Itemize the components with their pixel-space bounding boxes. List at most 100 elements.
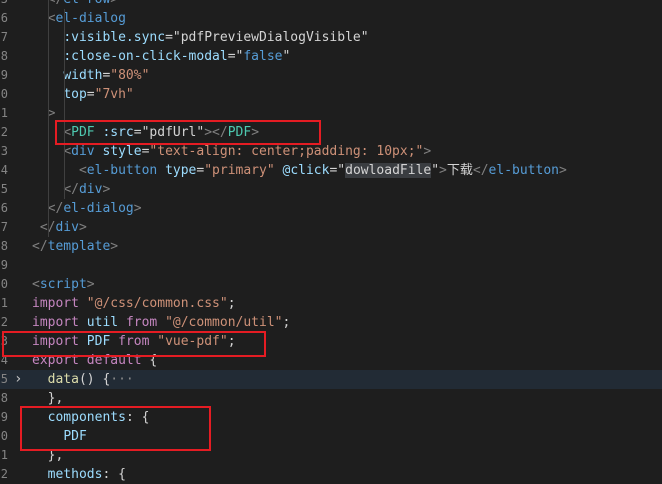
code-token: " (337, 163, 346, 178)
code-token: > (86, 277, 95, 292)
code-text: </div> (32, 218, 87, 237)
code-token: width (63, 68, 103, 83)
code-token: style (102, 144, 142, 159)
line-number: 5 (0, 372, 8, 386)
line-number: 8 (0, 239, 8, 253)
code-token: > (439, 163, 447, 178)
code-token: "@/css/common.css" (86, 296, 228, 311)
line-number: 7 (0, 30, 8, 44)
code-line[interactable]: 5 </div> (0, 180, 662, 199)
code-token: > (102, 182, 111, 197)
code-line[interactable]: 2 import util from "@/common/util"; (0, 313, 662, 332)
code-token: script (39, 277, 87, 292)
code-text: <script> (32, 275, 95, 294)
code-token: el-dialog (63, 201, 134, 216)
code-token: div (78, 182, 103, 197)
code-line[interactable]: 9 (0, 256, 662, 275)
code-token: 下载 (446, 163, 473, 178)
code-token: = (86, 87, 95, 102)
code-token: import (32, 315, 79, 330)
line-number: 2 (0, 125, 8, 139)
code-token: div (55, 220, 79, 235)
code-token: template (47, 239, 111, 254)
code-token: < (32, 277, 40, 292)
code-token: "@/common/util" (165, 315, 283, 330)
code-token: > (559, 163, 567, 178)
line-number: 4 (0, 163, 8, 177)
code-text: :visible.sync="pdfPreviewDialogVisible" (32, 28, 369, 47)
line-number: 8 (0, 49, 8, 63)
code-token: "text-align: center;padding: 10px;" (149, 144, 424, 159)
code-token: util (86, 315, 119, 330)
code-text: import util from "@/common/util"; (32, 313, 290, 332)
code-token: < (78, 163, 87, 178)
code-text: :close-on-click-modal="false" (32, 47, 290, 66)
code-text: import "@/css/common.css"; (32, 294, 236, 313)
code-token: > (423, 144, 432, 159)
code-token: " (431, 163, 440, 178)
code-line[interactable]: 5 </el-row> (0, 0, 662, 9)
code-line[interactable]: 1 import "@/css/common.css"; (0, 294, 662, 313)
fold-chevron-icon[interactable]: › (14, 370, 22, 389)
code-line[interactable]: 7 </div> (0, 218, 662, 237)
code-line[interactable]: 9 width="80%" (0, 66, 662, 85)
code-token: dowloadFile (345, 163, 432, 178)
code-text: <el-dialog (32, 9, 126, 28)
code-line[interactable]: 2 methods: { (0, 465, 662, 484)
code-line[interactable]: 5 › data() {··· (0, 370, 662, 389)
line-number: 9 (0, 410, 8, 424)
code-token: = (165, 30, 173, 45)
code-token: type (165, 163, 197, 178)
code-line[interactable]: 6 <el-dialog (0, 9, 662, 28)
code-token: </ (48, 0, 64, 7)
line-number: 2 (0, 315, 8, 329)
line-number: 5 (0, 0, 8, 9)
line-number: 0 (0, 277, 8, 291)
code-line[interactable]: 0 <script> (0, 275, 662, 294)
code-token: " (282, 49, 291, 64)
code-token: ··· (110, 372, 134, 387)
code-token: }, (47, 391, 64, 406)
code-line[interactable]: 4 <el-button type="primary" @click="dowl… (0, 161, 662, 180)
code-token: :visible.sync (63, 30, 166, 45)
code-token: </ (32, 239, 48, 254)
code-line[interactable]: 8 </template> (0, 237, 662, 256)
code-token: el-dialog (55, 11, 126, 26)
code-token: </ (47, 201, 64, 216)
code-line[interactable]: 8 :close-on-click-modal="false" (0, 47, 662, 66)
code-token: "7vh" (94, 87, 134, 102)
annotation-box-pdf-tag (55, 120, 321, 145)
code-token: "80%" (110, 68, 150, 83)
line-number: 3 (0, 144, 8, 158)
code-token: false (243, 49, 283, 64)
code-editor[interactable]: 5 </el-row>6 <el-dialog7 :visible.sync="… (0, 0, 662, 482)
code-token: @click (282, 163, 330, 178)
code-token: "primary" (204, 163, 275, 178)
code-token: () { (78, 372, 111, 387)
code-line[interactable]: 6 </el-dialog> (0, 199, 662, 218)
code-token: methods (47, 467, 103, 482)
code-token: > (133, 201, 142, 216)
code-line[interactable]: 0 top="7vh" (0, 85, 662, 104)
code-token: > (110, 239, 119, 254)
code-token: el-row (63, 0, 110, 7)
code-text: width="80%" (32, 66, 149, 85)
code-token: "pdfPreviewDialogVisible" (172, 30, 369, 45)
code-token: from (125, 315, 158, 330)
code-token: ; (282, 315, 291, 330)
code-line[interactable]: 7 :visible.sync="pdfPreviewDialogVisible… (0, 28, 662, 47)
code-text: </template> (32, 237, 118, 256)
code-token: el-button (86, 163, 158, 178)
code-token: > (110, 0, 118, 7)
